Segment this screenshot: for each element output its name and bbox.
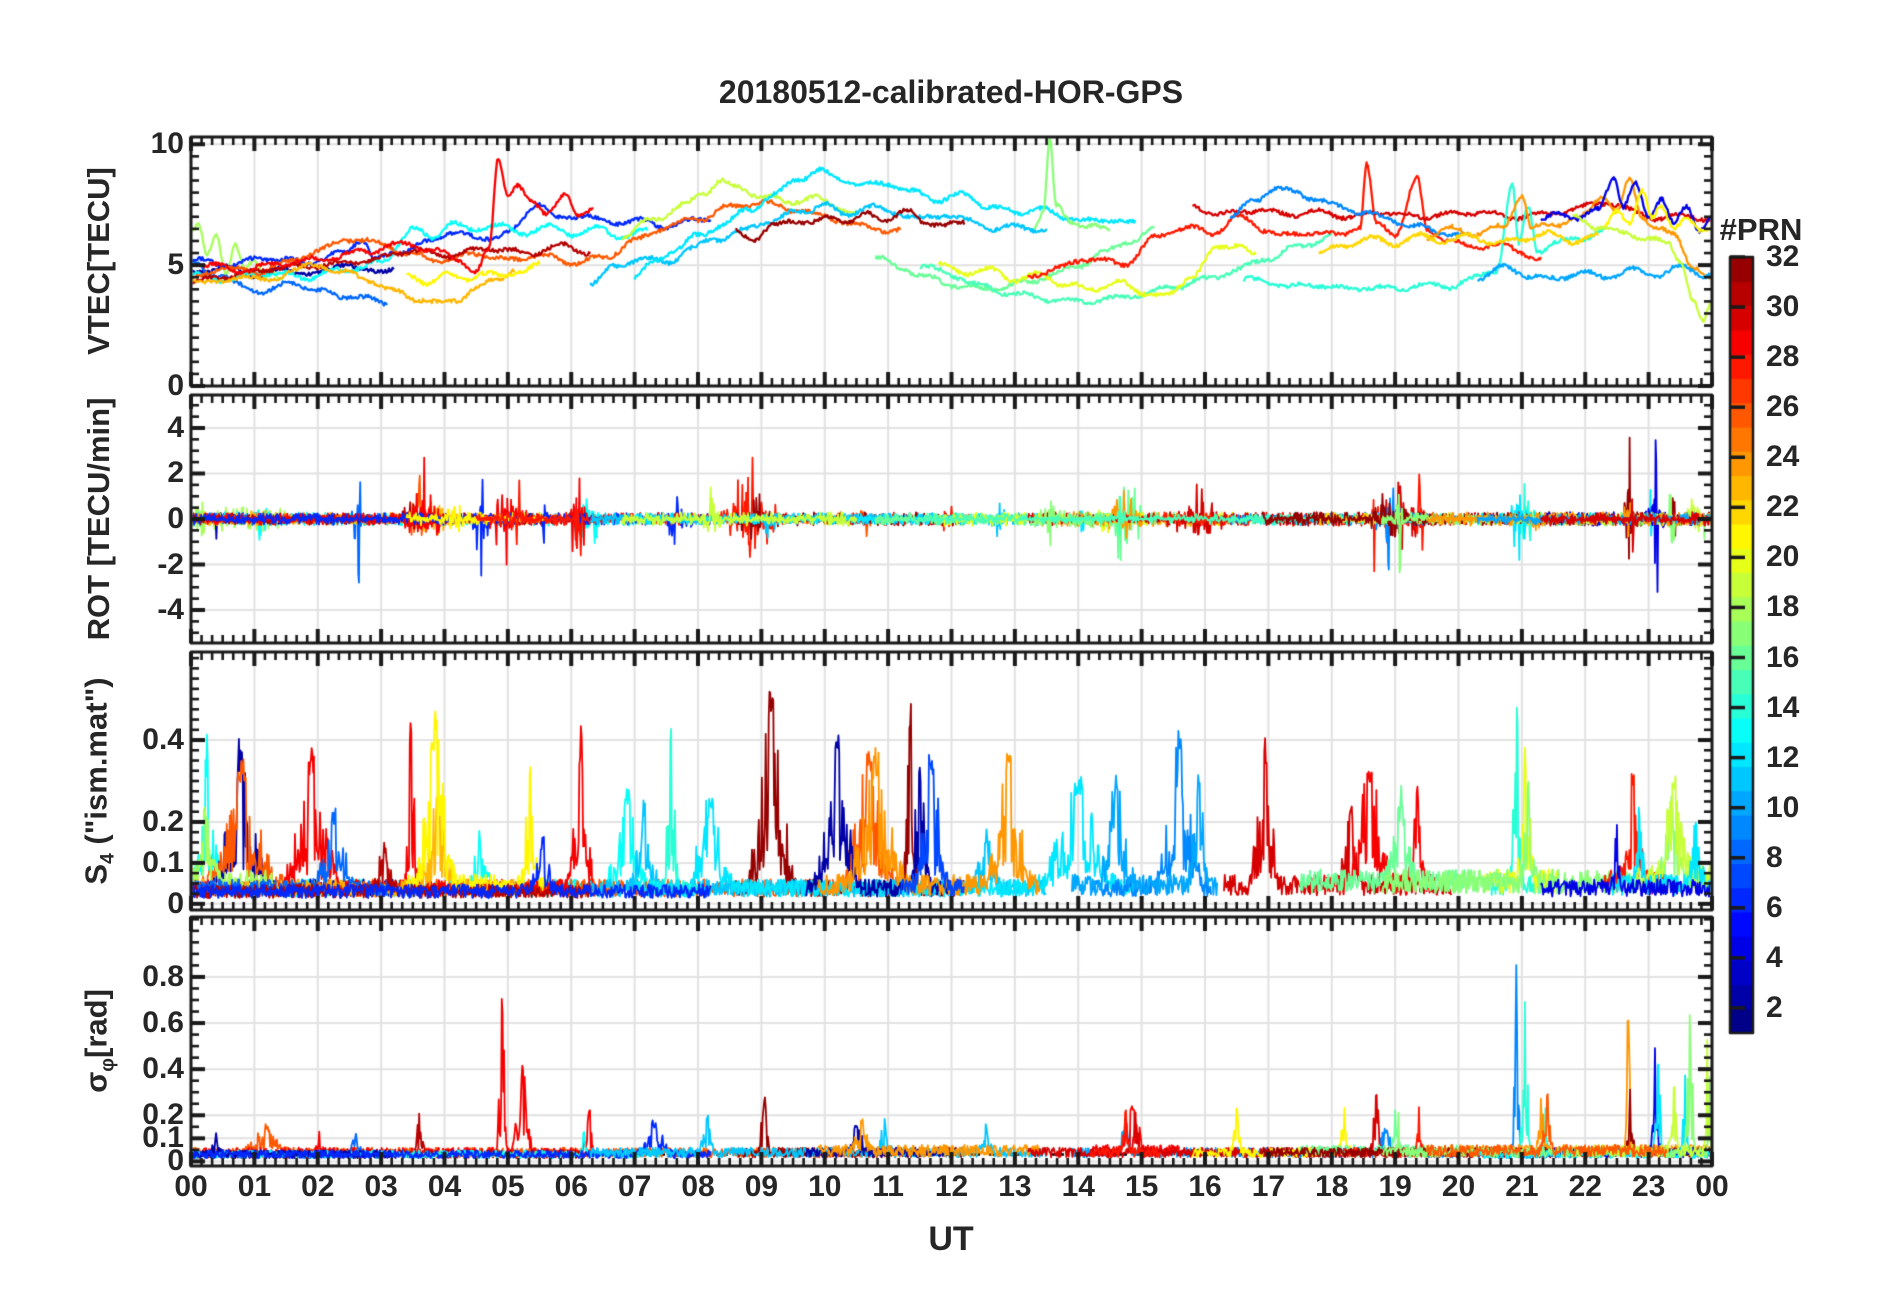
x-tick-label: 14 — [1061, 1170, 1095, 1203]
x-tick-label: 16 — [1188, 1170, 1222, 1203]
figure: 20180512-calibrated-HOR-GPS VTEC[TECU] R… — [0, 0, 1902, 1292]
chart-canvas — [0, 0, 1902, 1292]
chart-title: 20180512-calibrated-HOR-GPS — [718, 74, 1184, 110]
x-tick-label: 17 — [1251, 1170, 1286, 1203]
colorbar-tick-label: 24 — [1766, 440, 1800, 474]
x-tick-label: 23 — [1631, 1170, 1666, 1203]
sigma-units: [rad] — [78, 989, 114, 1058]
y-tick-label-rot: -2 — [157, 547, 184, 581]
x-tick-label: 01 — [237, 1170, 272, 1203]
colorbar-tick-label: 4 — [1766, 940, 1783, 974]
colorbar-tick-label: 8 — [1766, 840, 1783, 874]
x-tick-label: 20 — [1441, 1170, 1476, 1203]
y-tick-label-vtec: 5 — [167, 248, 184, 282]
x-tick-label: 12 — [934, 1170, 969, 1203]
x-tick-label: 00 — [174, 1170, 208, 1203]
x-tick-label: 00 — [1695, 1170, 1729, 1203]
colorbar-tick-label: 10 — [1766, 790, 1800, 824]
colorbar-tick-label: 2 — [1766, 990, 1783, 1024]
y-tick-label-rot: 2 — [167, 456, 184, 490]
colorbar-tick-label: 32 — [1766, 240, 1800, 273]
y-tick-label-s4: 0.2 — [142, 804, 184, 838]
colorbar-tick-label: 16 — [1766, 640, 1800, 674]
x-tick-label: 04 — [427, 1170, 462, 1203]
y-tick-label-vtec: 0 — [167, 369, 184, 402]
sigma-symbol: σ — [78, 1071, 114, 1093]
y-tick-label-sigma_phi: 0.4 — [142, 1052, 184, 1086]
x-tick-label: 21 — [1505, 1170, 1539, 1203]
x-tick-label: 22 — [1568, 1170, 1602, 1203]
y-tick-label-s4: 0 — [167, 886, 184, 920]
colorbar-tick-label: 30 — [1766, 290, 1800, 324]
y-tick-label-s4: 0.4 — [142, 723, 184, 757]
colorbar-tick-label: 28 — [1766, 340, 1800, 374]
s4-units: ("ism.mat") — [78, 677, 114, 854]
y-axis-label-s4: S4 ("ism.mat") — [78, 677, 119, 884]
x-axis-label: UT — [928, 1220, 974, 1258]
y-axis-label-vtec: VTEC[TECU] — [81, 167, 116, 355]
x-tick-label: 18 — [1315, 1170, 1349, 1203]
x-tick-label: 08 — [681, 1170, 715, 1203]
x-tick-label: 19 — [1378, 1170, 1412, 1203]
x-tick-label: 02 — [301, 1170, 335, 1203]
x-tick-label: 10 — [808, 1170, 842, 1203]
y-tick-label-sigma_phi: 0.6 — [142, 1006, 184, 1040]
y-axis-label-sigma-phi: σφ[rad] — [78, 989, 119, 1093]
x-tick-label: 15 — [1124, 1170, 1159, 1203]
y-tick-label-rot: -4 — [157, 593, 184, 626]
y-tick-label-vtec: 10 — [150, 127, 184, 161]
colorbar-tick-label: 12 — [1766, 740, 1800, 774]
x-tick-label: 07 — [617, 1170, 652, 1203]
s4-subscript: 4 — [97, 853, 119, 864]
y-axis-label-rot: ROT [TECU/min] — [81, 397, 116, 641]
x-tick-label: 06 — [554, 1170, 588, 1203]
sigma-subscript: φ — [97, 1057, 119, 1072]
x-tick-label: 09 — [744, 1170, 779, 1203]
x-tick-label: 11 — [872, 1170, 904, 1203]
y-tick-label-sigma_phi: 0.8 — [142, 959, 184, 993]
colorbar-tick-label: 20 — [1766, 540, 1800, 574]
colorbar-tick-label: 22 — [1766, 490, 1800, 524]
y-tick-label-sigma_phi: 0.2 — [142, 1098, 184, 1132]
y-tick-label-rot: 0 — [167, 502, 184, 535]
s4-symbol: S — [78, 863, 114, 885]
colorbar-tick-label: 6 — [1766, 890, 1783, 924]
y-tick-label-s4: 0.1 — [142, 845, 184, 879]
colorbar-tick-label: 18 — [1766, 590, 1800, 624]
y-tick-label-rot: 4 — [167, 410, 184, 444]
x-tick-label: 13 — [998, 1170, 1032, 1203]
colorbar-tick-label: 14 — [1766, 690, 1800, 724]
x-tick-label: 03 — [364, 1170, 398, 1203]
colorbar-tick-label: 26 — [1766, 390, 1800, 424]
x-tick-label: 05 — [491, 1170, 525, 1203]
